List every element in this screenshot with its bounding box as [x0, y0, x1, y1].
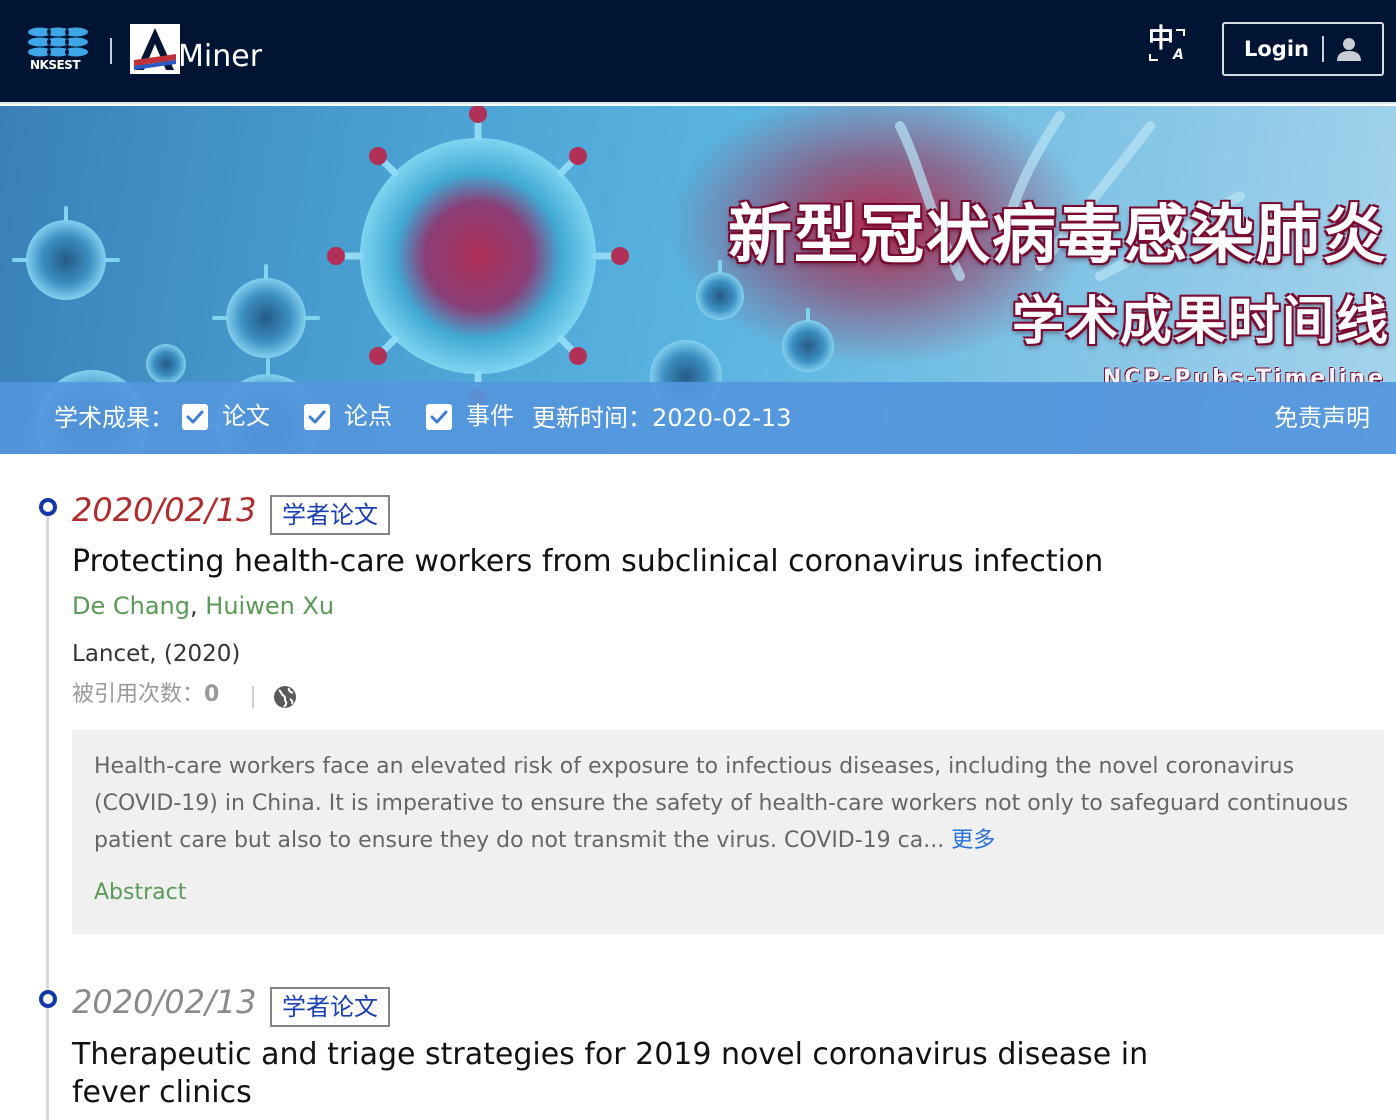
user-icon [1337, 38, 1361, 61]
citation-info: 被引用次数：0 [72, 682, 219, 708]
aminer-logo-text: Miner [178, 39, 263, 74]
item-date: 2020/02/13 [72, 983, 257, 1021]
filter-papers-label: 论文 [222, 402, 270, 430]
banner-subtitle: 学术成果时间线 [1011, 291, 1390, 352]
author-separator: , [190, 592, 206, 620]
login-button[interactable]: Login [1222, 22, 1384, 76]
author-link[interactable]: De Chang [72, 592, 190, 620]
banner-title: 新型冠状病毒感染肺炎 [728, 198, 1388, 273]
aminer-a-logo-icon [130, 24, 180, 74]
update-time: 更新时间：2020-02-13 [532, 404, 792, 432]
filter-viewpoints-label: 论点 [344, 402, 392, 430]
abstract-body: Health-care workers face an elevated ris… [94, 754, 1349, 853]
item-type-tag: 学者论文 [270, 495, 390, 535]
filter-bar: 学术成果： 论文 论点 事件 更新时间：2020-02-13 免责声明 [0, 382, 1396, 454]
filter-label: 学术成果： [54, 404, 174, 432]
abstract-text: Health-care workers face an elevated ris… [94, 748, 1364, 859]
checkmark-icon [304, 404, 330, 430]
disclaimer-link[interactable]: 免责声明 [1274, 404, 1370, 433]
nksest-logo-text: NKSEST [30, 58, 81, 72]
timeline-line [46, 510, 49, 1120]
citation-count: 0 [204, 682, 220, 707]
citation-divider [252, 686, 254, 708]
filter-events-label: 事件 [466, 402, 514, 430]
citation-label: 被引用次数： [72, 682, 205, 707]
logo-divider [110, 38, 112, 64]
login-divider [1322, 36, 1324, 62]
timeline-dot [39, 498, 57, 516]
login-label: Login [1244, 37, 1309, 61]
language-switch-button[interactable]: 中 A [1146, 26, 1190, 70]
author-list: De Chang, Huiwen Xu [72, 592, 334, 621]
translate-brackets [1149, 29, 1185, 61]
paper-title[interactable]: Protecting health-care workers from subc… [72, 543, 1272, 581]
author-link[interactable]: Huiwen Xu [205, 592, 334, 620]
top-nav-bar: NKSEST Miner 中 A Login [0, 0, 1396, 104]
checkmark-icon [182, 404, 208, 430]
timeline-dot [39, 990, 57, 1008]
abstract-box: Health-care workers face an elevated ris… [72, 730, 1384, 934]
item-type-tag: 学者论文 [270, 987, 390, 1027]
item-date: 2020/02/13 [72, 491, 257, 529]
paper-title[interactable]: Therapeutic and triage strategies for 20… [72, 1036, 1152, 1112]
more-link[interactable]: 更多 [951, 828, 995, 853]
abstract-toggle[interactable]: Abstract [94, 880, 186, 906]
checkmark-icon [426, 404, 452, 430]
globe-icon[interactable] [272, 684, 298, 710]
paper-venue: Lancet, (2020) [72, 641, 241, 667]
